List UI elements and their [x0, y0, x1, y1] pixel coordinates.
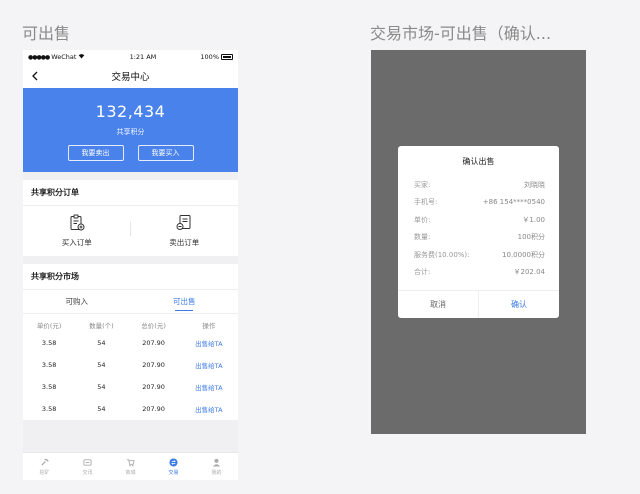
confirm-button[interactable]: 确认 [478, 291, 559, 318]
news-icon [83, 457, 93, 467]
nav-label: 挖矿 [39, 470, 50, 476]
sell-orders-label: 卖出订单 [169, 238, 200, 247]
cell-total: 207.90 [142, 361, 165, 369]
sell-to-link[interactable]: 出售给TA [180, 332, 238, 354]
sell-orders-button[interactable]: 卖出订单 [131, 214, 239, 248]
battery-percent: 100% [200, 53, 219, 61]
tab-sellable[interactable]: 可出售 [131, 290, 239, 313]
sell-to-link[interactable]: 出售给TA [180, 398, 238, 420]
sell-to-link[interactable]: 出售给TA [180, 376, 238, 398]
dialog-row-price: 单价: ￥1.00 [414, 211, 545, 229]
user-icon [212, 457, 222, 467]
nav-item-mining[interactable]: 挖矿 [23, 453, 66, 480]
navbar: 交易中心 [23, 64, 238, 88]
row-value: 刘晓晓 [524, 180, 545, 189]
market-tabs: 可购入 可出售 [23, 290, 238, 314]
col-total: 总价(元) [141, 322, 166, 330]
col-qty: 数量(个) [89, 322, 114, 330]
nav-label: 交易 [168, 470, 179, 476]
wifi-icon [78, 53, 85, 61]
cell-price: 3.58 [41, 405, 57, 413]
bottom-nav: 挖矿 交讯 商城 交易 我的 [23, 452, 238, 480]
status-bar: ●●●●● WeChat 1:21 AM 100% [23, 50, 238, 64]
cell-price: 3.58 [41, 339, 57, 347]
cancel-button[interactable]: 取消 [398, 291, 478, 318]
cell-price: 3.58 [41, 383, 57, 391]
mining-icon [40, 457, 50, 467]
sell-button[interactable]: 我要卖出 [67, 145, 124, 161]
row-label: 手机号: [414, 198, 438, 207]
artboard-title-confirm: 交易市场-可出售（确认... [370, 24, 552, 43]
status-time: 1:21 AM [129, 53, 157, 61]
col-price: 单价(元) [36, 322, 62, 330]
exchange-icon [169, 457, 179, 467]
phone-screen-confirm: 确认出售 买家: 刘晓晓 手机号: +86 154****0540 单价: ￥1… [371, 50, 586, 434]
nav-item-shop[interactable]: 商城 [109, 453, 152, 480]
market-title: 共享积分市场 [23, 264, 238, 290]
battery-icon [221, 54, 233, 60]
nav-label: 商城 [125, 470, 136, 476]
dialog-row-fee: 服务费(10.00%): 10.0000积分 [414, 246, 545, 264]
row-value: +86 154****0540 [482, 198, 545, 207]
row-label: 单价: [414, 215, 431, 224]
dialog-row-phone: 手机号: +86 154****0540 [414, 194, 545, 212]
cart-icon [126, 457, 136, 467]
table-row: 3.58 54 207.90 出售给TA [23, 354, 238, 376]
row-label: 数量: [414, 233, 431, 242]
points-total: 132,434 [95, 102, 166, 121]
row-value: 10.0000积分 [502, 250, 545, 259]
sell-list-icon [176, 214, 192, 233]
confirm-sale-dialog: 确认出售 买家: 刘晓晓 手机号: +86 154****0540 单价: ￥1… [398, 146, 559, 318]
buy-orders-button[interactable]: 买入订单 [23, 214, 131, 248]
nav-label: 我的 [211, 470, 222, 476]
sell-to-link[interactable]: 出售给TA [180, 354, 238, 376]
artboard-title-sellable: 可出售 [22, 24, 71, 43]
dialog-title: 确认出售 [462, 156, 495, 166]
tab-buyable[interactable]: 可购入 [23, 290, 131, 313]
nav-label: 交讯 [82, 470, 93, 476]
cell-total: 207.90 [142, 339, 165, 347]
nav-item-trade[interactable]: 交易 [152, 453, 195, 480]
market-card: 共享积分市场 可购入 可出售 单价(元) 数量(个) 总价(元) 操作 3.58… [23, 264, 238, 420]
row-label: 服务费(10.00%): [414, 250, 470, 259]
orders-title: 共享积分订单 [23, 180, 238, 206]
dialog-row-total: 合计: ￥202.04 [414, 264, 545, 282]
table-row: 3.58 54 207.90 出售给TA [23, 376, 238, 398]
orders-card: 共享积分订单 买入订单 卖出订单 [23, 180, 238, 256]
orders-divider [130, 222, 131, 236]
clipboard-icon [69, 214, 85, 233]
nav-item-me[interactable]: 我的 [195, 453, 238, 480]
cell-qty: 54 [97, 339, 106, 347]
row-value: ￥202.04 [513, 268, 546, 277]
row-label: 合计: [414, 268, 431, 277]
row-label: 买家: [414, 180, 431, 189]
table-row: 3.58 54 207.90 出售给TA [23, 398, 238, 420]
dialog-row-quantity: 数量: 100积分 [414, 229, 545, 247]
points-hero: 132,434 共享积分 我要卖出 我要买入 [23, 88, 238, 172]
carrier-label: WeChat [51, 53, 77, 61]
dialog-row-buyer: 买家: 刘晓晓 [414, 176, 545, 194]
col-action: 操作 [202, 322, 216, 330]
row-value: 100积分 [517, 233, 545, 242]
page-title: 交易中心 [111, 72, 150, 83]
row-value: ￥1.00 [522, 215, 545, 224]
buy-button[interactable]: 我要买入 [137, 145, 194, 161]
cell-qty: 54 [97, 405, 106, 413]
signal-icon: ●●●●● [28, 53, 50, 61]
cell-price: 3.58 [41, 361, 57, 369]
phone-screen-sellable: ●●●●● WeChat 1:21 AM 100% 交易中心 132,434 共… [23, 50, 238, 480]
table-row: 3.58 54 207.90 出售给TA [23, 332, 238, 354]
cell-total: 207.90 [142, 405, 165, 413]
points-subtitle: 共享积分 [116, 128, 145, 136]
cell-total: 207.90 [142, 383, 165, 391]
cell-qty: 54 [97, 361, 106, 369]
market-table: 单价(元) 数量(个) 总价(元) 操作 3.58 54 207.90 出售给T… [23, 314, 238, 420]
cell-qty: 54 [97, 383, 106, 391]
buy-orders-label: 买入订单 [61, 238, 92, 247]
nav-item-news[interactable]: 交讯 [66, 453, 109, 480]
back-arrow-icon[interactable] [28, 69, 42, 83]
